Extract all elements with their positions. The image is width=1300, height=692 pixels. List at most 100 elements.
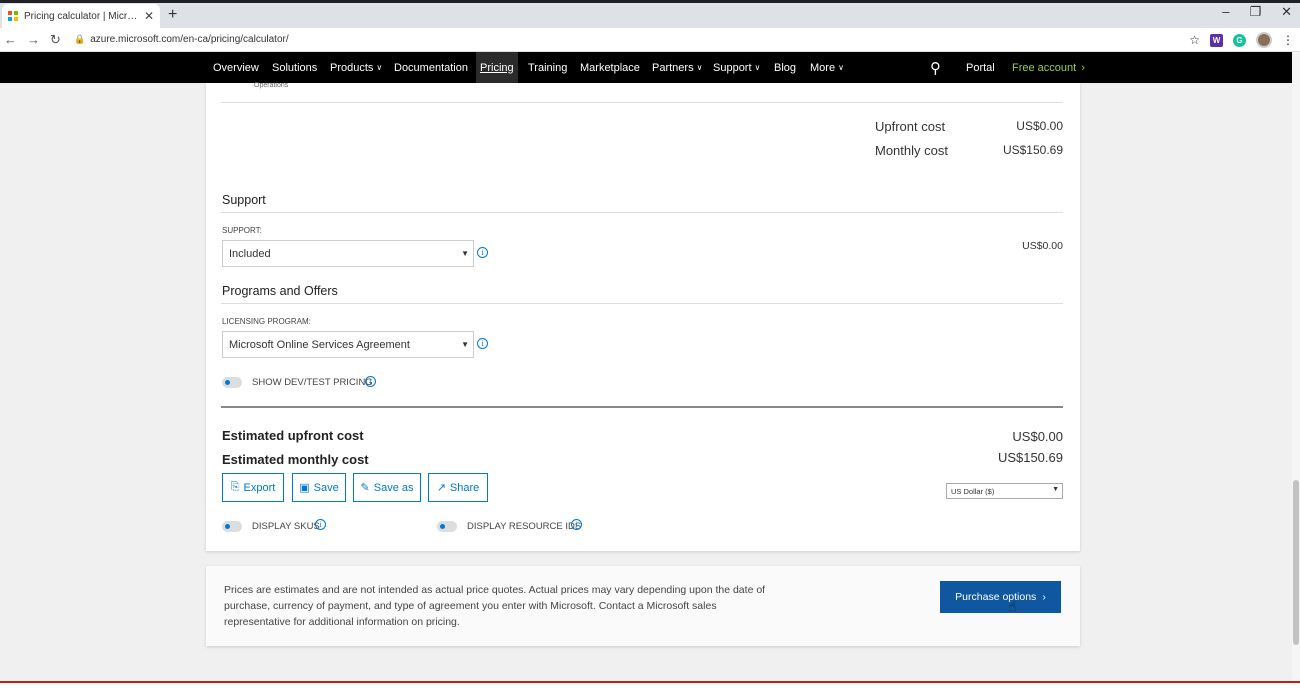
browser-tab[interactable]: Pricing calculator | Microsoft Azure ✕ bbox=[2, 4, 160, 28]
tab-title: Pricing calculator | Microsoft Azure bbox=[24, 10, 140, 22]
currency-value: US Dollar ($) bbox=[951, 486, 995, 496]
info-icon[interactable]: i bbox=[477, 247, 488, 258]
display-resource-ids-toggle[interactable] bbox=[437, 521, 457, 532]
share-icon: ↗ bbox=[436, 482, 446, 494]
chevron-down-icon: ∨ bbox=[376, 63, 383, 72]
currency-select[interactable]: US Dollar ($) ▼ bbox=[946, 483, 1063, 499]
save-button[interactable]: ▣ Save bbox=[292, 473, 346, 502]
export-button[interactable]: ⎘ Export bbox=[222, 473, 284, 502]
nav-products[interactable]: Products ∨ bbox=[330, 52, 382, 83]
window-top-border bbox=[0, 0, 1300, 3]
divider bbox=[221, 303, 1063, 304]
chevron-down-icon: ▼ bbox=[1052, 486, 1059, 493]
monthly-cost-label: Monthly cost bbox=[875, 143, 948, 158]
nav-blog[interactable]: Blog bbox=[774, 52, 796, 83]
display-skus-label: DISPLAY SKUS bbox=[252, 521, 320, 532]
grammarly-icon[interactable]: G bbox=[1233, 33, 1246, 47]
free-account-label: Free account bbox=[1012, 61, 1077, 74]
browser-nav: ← → ↻ bbox=[4, 32, 61, 48]
browser-menu-icon[interactable]: ⋮ bbox=[1282, 33, 1294, 47]
display-resource-ids-label: DISPLAY RESOURCE IDS bbox=[467, 521, 582, 532]
upfront-cost-label: Upfront cost bbox=[875, 119, 946, 134]
chevron-right-icon: › bbox=[1081, 61, 1085, 74]
nav-free-account[interactable]: Free account › bbox=[1012, 52, 1085, 83]
chevron-down-icon: ∨ bbox=[754, 63, 761, 72]
info-icon[interactable]: i bbox=[315, 519, 326, 530]
save-as-button[interactable]: ✎ Save as bbox=[353, 473, 421, 502]
info-icon[interactable]: i bbox=[571, 519, 582, 530]
azure-top-nav: Overview Solutions Products ∨ Documentati… bbox=[0, 52, 1292, 83]
nav-solutions[interactable]: Solutions bbox=[272, 52, 317, 83]
save-as-icon: ✎ bbox=[360, 482, 370, 494]
nav-support[interactable]: Support ∨ bbox=[713, 52, 760, 83]
forward-icon[interactable]: → bbox=[27, 32, 40, 48]
support-cost: US$0.00 bbox=[1022, 240, 1063, 252]
reload-icon[interactable]: ↻ bbox=[50, 32, 61, 48]
extension-w-icon[interactable]: W bbox=[1210, 33, 1223, 47]
nav-support-label: Support bbox=[713, 61, 752, 74]
support-field-label: SUPPORT: bbox=[222, 226, 262, 235]
export-label: Export bbox=[243, 481, 276, 494]
divider bbox=[221, 102, 1063, 103]
info-icon[interactable]: i bbox=[365, 376, 376, 387]
monthly-cost-value: US$150.69 bbox=[1002, 143, 1063, 157]
licensing-field-label: LICENSING PROGRAM: bbox=[222, 317, 311, 326]
bookmark-star-icon[interactable]: ☆ bbox=[1189, 33, 1200, 47]
nav-pricing[interactable]: Pricing bbox=[476, 52, 518, 83]
divider bbox=[221, 212, 1063, 213]
close-window-icon[interactable]: ✕ bbox=[1281, 4, 1292, 20]
info-icon[interactable]: i bbox=[477, 338, 488, 349]
nav-partners[interactable]: Partners ∨ bbox=[652, 52, 702, 83]
save-icon: ▣ bbox=[299, 482, 310, 494]
support-select[interactable]: Included ▼ bbox=[222, 240, 474, 267]
back-icon[interactable]: ← bbox=[4, 32, 17, 48]
save-as-label: Save as bbox=[373, 481, 414, 494]
nav-portal[interactable]: Portal bbox=[966, 52, 995, 83]
licensing-select-value: Microsoft Online Services Agreement bbox=[229, 338, 410, 351]
address-bar: ← → ↻ 🔒 azure.microsoft.com/en-ca/pricing… bbox=[0, 28, 1300, 52]
upfront-cost-value: US$0.00 bbox=[1016, 119, 1063, 133]
pricing-disclaimer: Prices are estimates and are not intende… bbox=[224, 584, 766, 628]
minimize-icon[interactable]: – bbox=[1222, 4, 1229, 20]
licensing-program-select[interactable]: Microsoft Online Services Agreement ▼ bbox=[222, 331, 474, 358]
nav-marketplace[interactable]: Marketplace bbox=[580, 52, 640, 83]
purchase-options-label: Purchase options bbox=[955, 591, 1037, 603]
nav-partners-label: Partners bbox=[652, 61, 694, 74]
restore-icon[interactable]: ❐ bbox=[1249, 4, 1261, 20]
estimated-monthly-label: Estimated monthly cost bbox=[222, 452, 369, 467]
cut-off-label: Operations bbox=[254, 82, 289, 89]
purchase-options-button[interactable]: Purchase options › bbox=[940, 581, 1061, 613]
scrollbar-thumb[interactable] bbox=[1293, 480, 1299, 645]
window-controls: – ❐ ✕ bbox=[1222, 4, 1292, 20]
nav-more[interactable]: More ∨ bbox=[810, 52, 844, 83]
chevron-down-icon: ∨ bbox=[838, 63, 844, 72]
programs-section-title: Programs and Offers bbox=[222, 284, 338, 298]
new-tab-icon[interactable]: + bbox=[168, 6, 177, 24]
devtest-label: SHOW DEV/TEST PRICING bbox=[252, 377, 373, 388]
display-skus-toggle[interactable] bbox=[222, 521, 242, 532]
export-icon: ⎘ bbox=[230, 481, 240, 493]
profile-avatar[interactable] bbox=[1256, 32, 1272, 48]
nav-training[interactable]: Training bbox=[528, 52, 567, 83]
chevron-down-icon: ▼ bbox=[461, 249, 469, 258]
share-label: Share bbox=[449, 481, 480, 494]
chevron-right-icon: › bbox=[1042, 591, 1046, 603]
extensions-area: ☆ W G ⋮ bbox=[1189, 32, 1294, 48]
chevron-down-icon: ∨ bbox=[696, 63, 703, 72]
search-icon[interactable]: ⚲ bbox=[930, 52, 941, 83]
support-select-value: Included bbox=[229, 247, 271, 260]
share-button[interactable]: ↗ Share bbox=[428, 473, 488, 502]
bottom-strip bbox=[0, 683, 1300, 692]
nav-documentation[interactable]: Documentation bbox=[394, 52, 468, 83]
lock-icon: 🔒 bbox=[74, 34, 86, 44]
mouse-cursor-icon: ☝ bbox=[1008, 598, 1017, 614]
browser-tabstrip bbox=[0, 0, 1300, 28]
nav-overview[interactable]: Overview bbox=[213, 52, 259, 83]
estimated-upfront-label: Estimated upfront cost bbox=[222, 428, 364, 443]
save-label: Save bbox=[313, 481, 339, 494]
url-text: azure.microsoft.com/en-ca/pricing/calcul… bbox=[90, 34, 289, 45]
url-field[interactable]: 🔒 azure.microsoft.com/en-ca/pricing/calcu… bbox=[74, 34, 289, 45]
close-tab-icon[interactable]: ✕ bbox=[144, 9, 154, 23]
devtest-toggle[interactable] bbox=[222, 377, 242, 388]
nav-products-label: Products bbox=[330, 61, 374, 74]
